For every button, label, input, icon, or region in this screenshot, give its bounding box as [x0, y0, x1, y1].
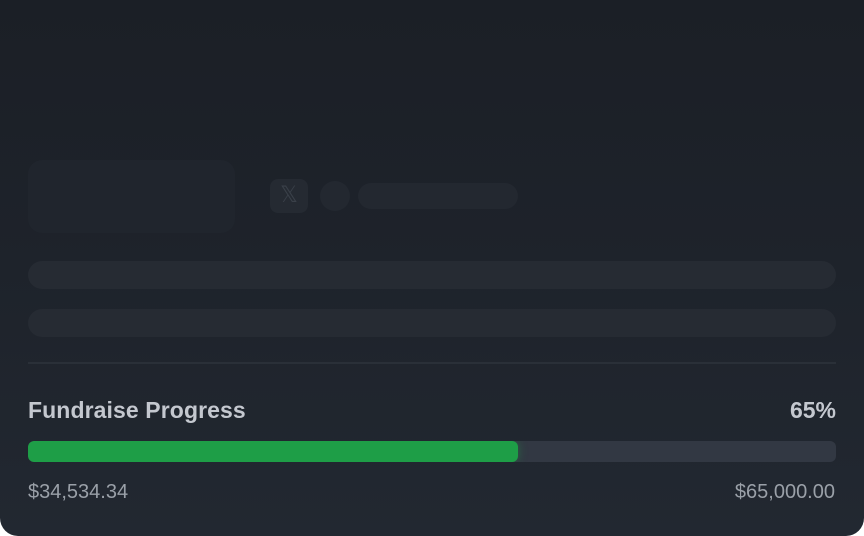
skeleton-image-placeholder [28, 160, 235, 233]
fundraise-card: 𝕏 Fundraise Progress 65% $34,534.34 $65,… [0, 0, 864, 536]
progress-percent: 65% [789, 397, 836, 423]
skeleton-line-1 [28, 261, 836, 289]
handle-placeholder [358, 183, 518, 209]
progress-bar [28, 441, 836, 462]
progress-bar-fill [28, 441, 519, 462]
x-social-icon: 𝕏 [270, 179, 308, 213]
progress-title: Fundraise Progress [28, 397, 246, 423]
skeleton-line-2 [28, 309, 836, 337]
divider [28, 362, 836, 364]
avatar-placeholder [320, 181, 350, 211]
amount-raised: $34,534.34 [28, 481, 129, 503]
amount-goal: $65,000.00 [734, 481, 835, 503]
